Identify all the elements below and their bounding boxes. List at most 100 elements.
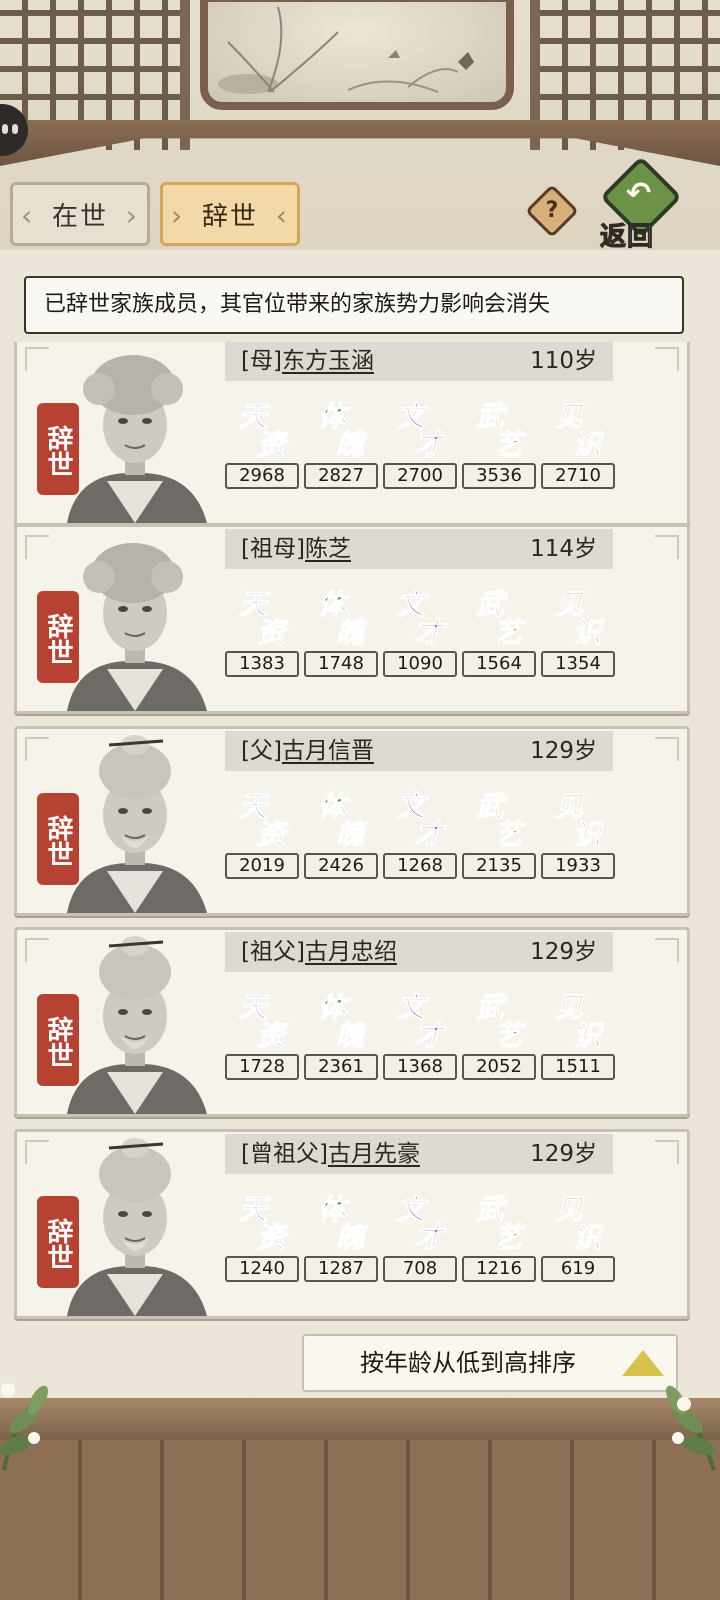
member-relation: [父] xyxy=(241,738,282,764)
stat-literary-glyph: 才 xyxy=(414,616,444,650)
floor-ledge xyxy=(0,1398,720,1440)
orchid-painting xyxy=(200,0,514,110)
member-card[interactable]: 辞世 [父]古月信晋 129岁天资 2019 体魄 2426 文才 1268 武艺 2135 见识 1… xyxy=(14,726,690,916)
status-badge: 辞世 xyxy=(37,591,79,683)
tab-alive[interactable]: ‹ 在世 › xyxy=(10,182,150,246)
status-badge: 辞世 xyxy=(37,994,79,1086)
plant-right-icon xyxy=(665,1385,716,1471)
stat-talent-glyph: 资 xyxy=(256,616,286,650)
stat-martial-glyph: 艺 xyxy=(493,616,523,650)
stat-talent: 天资 2968 xyxy=(223,395,299,491)
member-name-link[interactable]: 东方玉涵 xyxy=(282,348,374,374)
back-label: 返回 xyxy=(599,222,655,253)
stat-insight: 见识 1511 xyxy=(539,986,615,1082)
deceased-notice: 已辞世家族成员，其官位带来的家族势力影响会消失 xyxy=(24,276,684,334)
stat-physique: 体魄 2827 xyxy=(302,395,378,491)
plant-left-icon xyxy=(0,1383,49,1471)
stat-insight-glyph: 识 xyxy=(572,1221,602,1255)
stat-talent: 天资 1240 xyxy=(223,1188,299,1284)
stat-insight-glyph: 识 xyxy=(572,818,602,852)
stat-talent: 天资 2019 xyxy=(223,785,299,881)
stat-talent-glyph: 资 xyxy=(256,1221,286,1255)
stat-physique: 体魄 1748 xyxy=(302,583,378,679)
stat-physique-glyph: 魄 xyxy=(335,1221,365,1255)
stat-physique: 体魄 1287 xyxy=(302,1188,378,1284)
back-button[interactable]: ↶ 返回 xyxy=(598,155,684,254)
member-age: 129岁 xyxy=(530,939,597,965)
stat-talent-value: 2968 xyxy=(225,463,299,489)
member-name-bar: [父]古月信晋 129岁 xyxy=(225,731,613,771)
stat-martial-value: 3536 xyxy=(462,463,536,489)
member-stats: 天资 1240 体魄 1287 文才 708 武艺 1216 见识 619 xyxy=(223,1188,623,1284)
chevron-left-icon: ‹ xyxy=(275,199,289,232)
member-name-link[interactable]: 古月忠绍 xyxy=(305,939,397,965)
sort-label: 按年龄从低到高排序 xyxy=(360,1349,576,1377)
tab-deceased-label: 辞世 xyxy=(201,201,258,232)
stat-physique-glyph: 魄 xyxy=(335,616,365,650)
wooden-floor xyxy=(0,1440,720,1600)
stat-literary: 文才 1268 xyxy=(381,785,457,881)
tab-deceased[interactable]: › 辞世 ‹ xyxy=(160,182,300,246)
member-card[interactable]: 辞世 [祖母]陈芝 114岁天资 1383 体魄 1748 文才 1090 武艺 1564 见识 13… xyxy=(14,524,690,714)
stat-physique-value: 2827 xyxy=(304,463,378,489)
member-card[interactable]: 辞世 [母]东方玉涵 110岁天资 2968 体魄 2827 文才 2700 武艺 3536 见识 2… xyxy=(14,342,690,526)
stat-talent-glyph: 资 xyxy=(256,818,286,852)
status-badge: 辞世 xyxy=(37,1196,79,1288)
member-stats: 天资 2968 体魄 2827 文才 2700 武艺 3536 见识 2710 xyxy=(223,395,623,491)
stat-literary-glyph: 才 xyxy=(414,1019,444,1053)
member-name-bar: [祖母]陈芝 114岁 xyxy=(225,529,613,569)
stat-talent-value: 1240 xyxy=(225,1256,299,1282)
stat-insight: 见识 2710 xyxy=(539,395,615,491)
stat-talent: 天资 1383 xyxy=(223,583,299,679)
stat-insight: 见识 1933 xyxy=(539,785,615,881)
stat-physique-glyph: 魄 xyxy=(335,818,365,852)
stat-martial-value: 2135 xyxy=(462,853,536,879)
chevron-left-icon: ‹ xyxy=(21,199,35,232)
stat-martial-glyph: 艺 xyxy=(493,818,523,852)
stat-insight-glyph: 识 xyxy=(572,616,602,650)
member-relation: [祖父] xyxy=(241,939,305,965)
stat-physique-glyph: 魄 xyxy=(335,1019,365,1053)
member-card[interactable]: 辞世 [曾祖父]古月先豪 129岁天资 1240 体魄 1287 文才 708 武艺 1216 见识… xyxy=(14,1129,690,1319)
stat-insight-value: 1511 xyxy=(541,1054,615,1080)
member-name-bar: [祖父]古月忠绍 129岁 xyxy=(225,932,613,972)
stat-martial-glyph: 艺 xyxy=(493,428,523,462)
stat-literary: 文才 2700 xyxy=(381,395,457,491)
undo-arrow-icon: ↶ xyxy=(626,176,652,211)
stat-martial: 武艺 3536 xyxy=(460,395,536,491)
member-age: 110岁 xyxy=(530,348,597,374)
stat-physique-value: 1748 xyxy=(304,651,378,677)
tab-alive-label: 在世 xyxy=(51,201,108,232)
stat-literary-value: 1090 xyxy=(383,651,457,677)
stat-martial: 武艺 2052 xyxy=(460,986,536,1082)
stat-literary: 文才 1090 xyxy=(381,583,457,679)
member-stats: 天资 1383 体魄 1748 文才 1090 武艺 1564 见识 1354 xyxy=(223,583,623,679)
member-list[interactable]: 辞世 [母]东方玉涵 110岁天资 2968 体魄 2827 文才 2700 武艺 3536 见识 2… xyxy=(14,342,692,1322)
member-name-link[interactable]: 陈芝 xyxy=(305,536,351,562)
roof-beam xyxy=(0,120,720,166)
sort-button[interactable]: 按年龄从低到高排序 xyxy=(302,1334,678,1392)
stat-literary-value: 2700 xyxy=(383,463,457,489)
member-relation: [母] xyxy=(241,348,282,374)
stat-talent-glyph: 资 xyxy=(256,1019,286,1053)
stat-talent: 天资 1728 xyxy=(223,986,299,1082)
stat-martial-value: 1564 xyxy=(462,651,536,677)
member-card[interactable]: 辞世 [祖父]古月忠绍 129岁天资 1728 体魄 2361 文才 1368 武艺 2052 见识… xyxy=(14,927,690,1117)
member-stats: 天资 1728 体魄 2361 文才 1368 武艺 2052 见识 1511 xyxy=(223,986,623,1082)
stat-physique: 体魄 2426 xyxy=(302,785,378,881)
member-name-bar: [母]东方玉涵 110岁 xyxy=(225,342,613,381)
stat-physique-glyph: 魄 xyxy=(335,428,365,462)
stat-martial-glyph: 艺 xyxy=(493,1019,523,1053)
member-name-link[interactable]: 古月信晋 xyxy=(282,738,374,764)
stat-martial: 武艺 1564 xyxy=(460,583,536,679)
member-relation: [曾祖父] xyxy=(241,1141,328,1167)
stat-martial: 武艺 2135 xyxy=(460,785,536,881)
stat-literary-value: 708 xyxy=(383,1256,457,1282)
stat-martial-value: 1216 xyxy=(462,1256,536,1282)
member-stats: 天资 2019 体魄 2426 文才 1268 武艺 2135 见识 1933 xyxy=(223,785,623,881)
question-mark-icon: ? xyxy=(545,198,559,223)
member-name-bar: [曾祖父]古月先豪 129岁 xyxy=(225,1134,613,1174)
stat-martial: 武艺 1216 xyxy=(460,1188,536,1284)
stat-literary-glyph: 才 xyxy=(414,428,444,462)
member-name-link[interactable]: 古月先豪 xyxy=(328,1141,420,1167)
